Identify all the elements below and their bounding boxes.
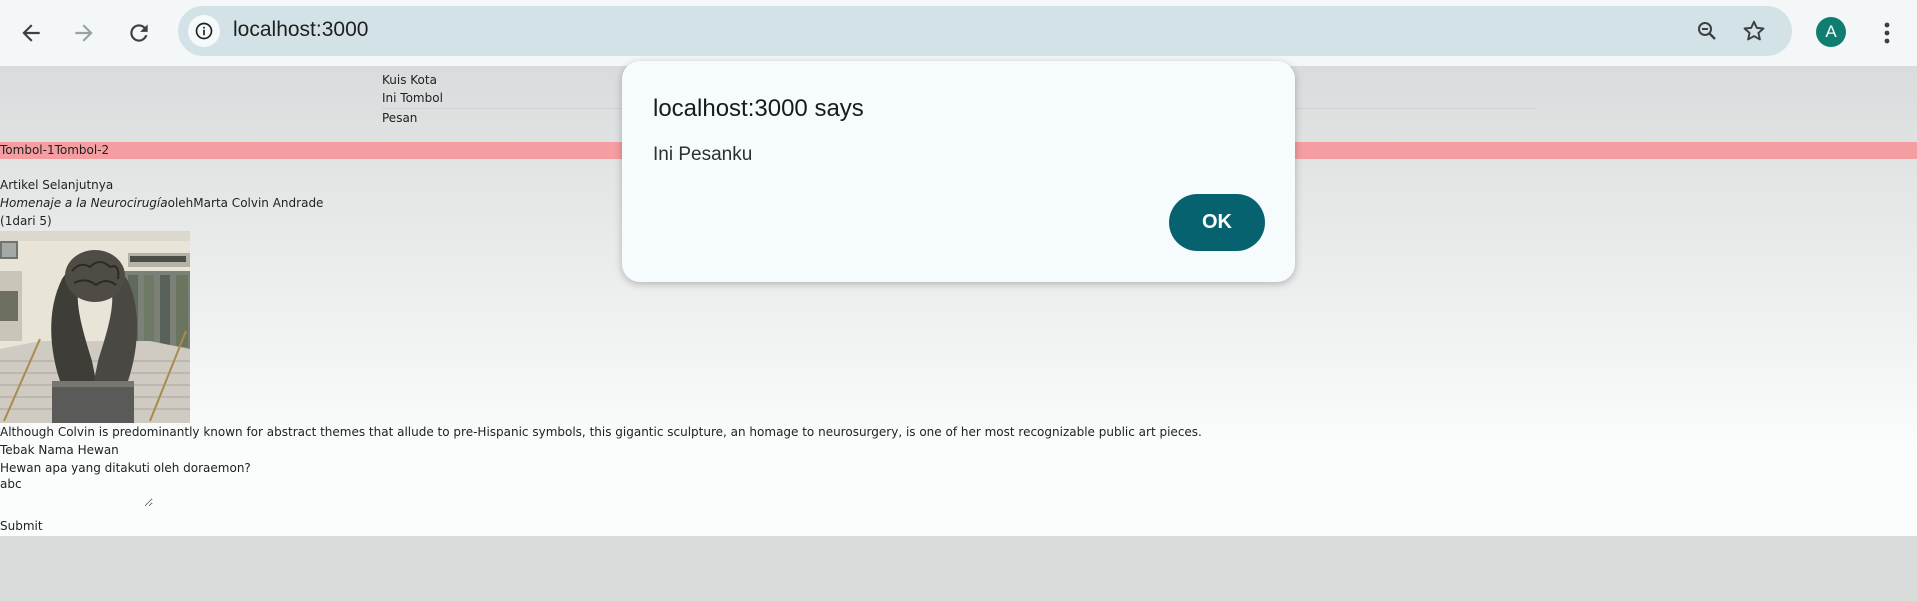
counter-of: dari <box>12 214 36 228</box>
address-bar[interactable]: localhost:3000 <box>178 6 1792 56</box>
browser-toolbar: localhost:3000 A <box>0 0 1917 66</box>
quiz-question: Hewan apa yang ditakuti oleh doraemon? <box>0 461 251 475</box>
article-heading: Artikel Selanjutnya <box>0 178 114 192</box>
sculpture-photo <box>0 231 190 423</box>
forward-button[interactable] <box>64 13 104 53</box>
zoom-button[interactable] <box>1694 18 1720 44</box>
article-byline: Homenaje a la NeurocirugíaolehMarta Colv… <box>0 195 323 211</box>
info-icon <box>195 22 213 40</box>
submit-button[interactable]: Submit <box>0 518 43 534</box>
url-text[interactable]: localhost:3000 <box>233 18 368 42</box>
slide-counter: (1dari 5) <box>0 213 52 229</box>
kebab-menu-icon <box>1884 22 1890 44</box>
browser-menu-button[interactable] <box>1872 16 1902 50</box>
counter-close: ) <box>47 214 52 228</box>
arrow-left-icon <box>22 24 40 42</box>
reload-button[interactable] <box>119 13 159 53</box>
page-bottom-area <box>0 536 1917 601</box>
article-description: Although Colvin is predominantly known f… <box>0 425 1202 439</box>
alert-dialog: localhost:3000 says Ini Pesanku OK <box>622 61 1295 282</box>
quiz-heading: Tebak Nama Hewan <box>0 443 119 457</box>
tombol-1-button[interactable]: Tombol-1 <box>0 143 55 157</box>
arrow-right-icon <box>75 24 93 42</box>
counter-total: 5 <box>39 214 48 228</box>
reload-icon <box>130 24 148 42</box>
star-icon <box>1743 20 1765 41</box>
answer-textarea[interactable]: abc <box>0 476 153 507</box>
bookmark-button[interactable] <box>1741 18 1767 44</box>
artwork-title: Homenaje a la Neurocirugía <box>0 196 168 210</box>
artwork-author: Marta Colvin Andrade <box>193 196 324 210</box>
dialog-title: localhost:3000 says <box>653 95 864 122</box>
back-button[interactable] <box>11 13 51 53</box>
tombol-2-button[interactable]: Tombol-2 <box>55 143 110 157</box>
profile-avatar[interactable]: A <box>1816 17 1846 47</box>
ok-button[interactable]: OK <box>1169 194 1265 251</box>
zoom-out-icon <box>1698 22 1716 40</box>
byline-by: oleh <box>167 196 194 210</box>
dialog-message: Ini Pesanku <box>653 144 753 165</box>
site-info-button[interactable] <box>188 15 220 47</box>
